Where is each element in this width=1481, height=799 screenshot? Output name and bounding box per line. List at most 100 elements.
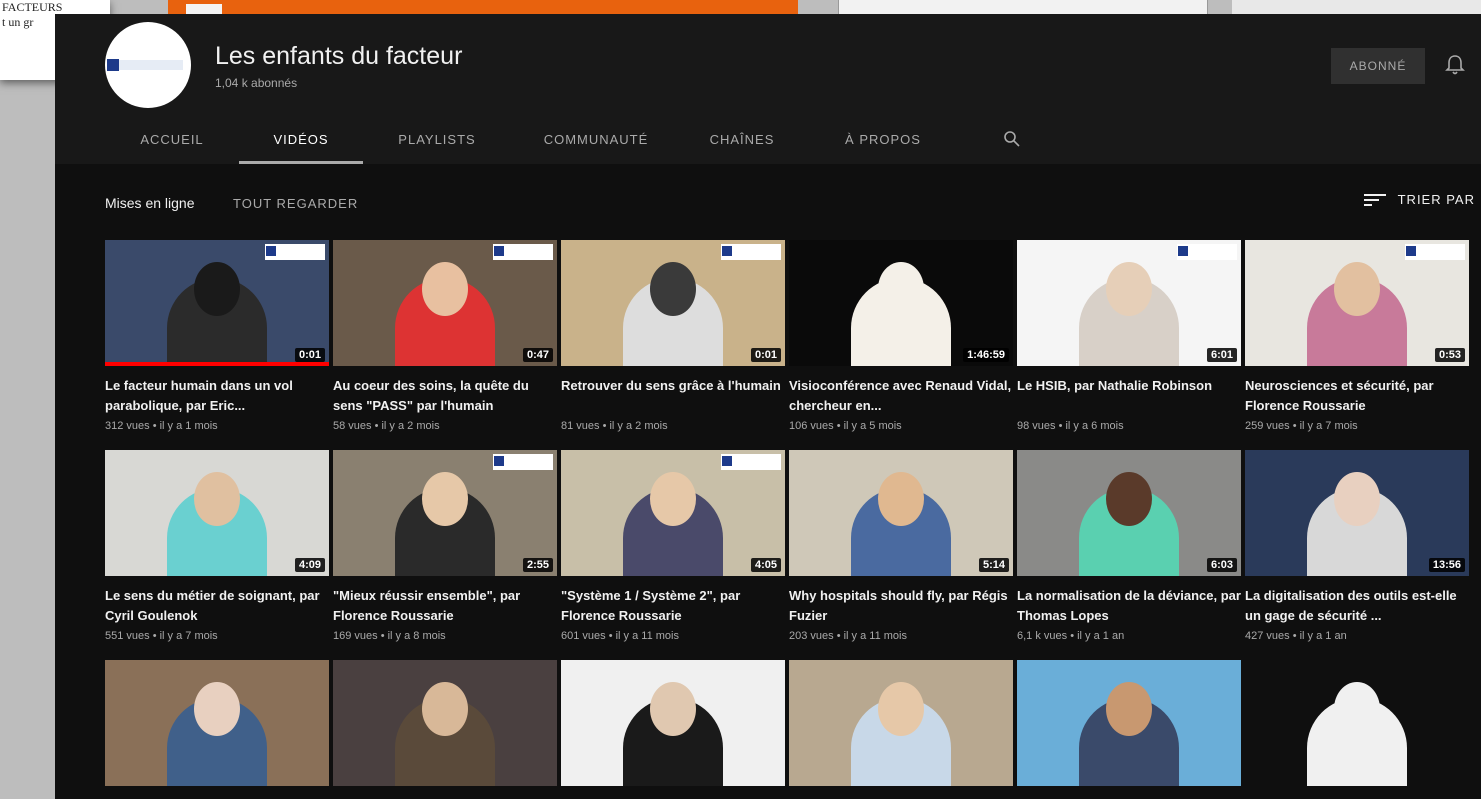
subscriber-count: 1,04 k abonnés	[215, 76, 298, 90]
video-card[interactable]: 13:56 La digitalisation des outils est-el…	[1245, 450, 1469, 642]
video-meta: 98 vues • il y a 6 mois	[1017, 420, 1124, 432]
channel-logo-badge	[493, 454, 553, 470]
video-thumbnail[interactable]: 0:01	[561, 240, 785, 366]
play-all-button[interactable]: TOUT REGARDER	[233, 196, 358, 211]
background-white-window	[838, 0, 1208, 14]
channel-logo-badge	[1405, 244, 1465, 260]
video-title[interactable]: Le sens du métier de soignant, par Cyril…	[105, 586, 329, 626]
channel-logo-badge	[1177, 244, 1237, 260]
channel-tabs: ACCUEIL VIDÉOS PLAYLISTS COMMUNAUTÉ CHAÎ…	[105, 114, 1023, 164]
video-thumbnail[interactable]: 0:47	[333, 240, 557, 366]
video-grid: 0:01 Le facteur humain dans un vol parabo…	[105, 240, 1475, 786]
sort-label: TRIER PAR	[1397, 192, 1475, 207]
video-thumbnail[interactable]: 4:05	[561, 450, 785, 576]
video-thumbnail[interactable]	[561, 660, 785, 786]
tab-chaines[interactable]: CHAÎNES	[681, 114, 803, 164]
video-card[interactable]: 0:01 Le facteur humain dans un vol parabo…	[105, 240, 329, 432]
video-title[interactable]: Le HSIB, par Nathalie Robinson	[1017, 376, 1241, 416]
video-card[interactable]: 6:01 Le HSIB, par Nathalie Robinson 98 vue…	[1017, 240, 1241, 432]
uploads-label: Mises en ligne	[105, 195, 195, 211]
video-thumbnail[interactable]: 0:53	[1245, 240, 1469, 366]
channel-avatar[interactable]	[105, 22, 191, 108]
video-card[interactable]: 0:01 Retrouver du sens grâce à l'humain 81…	[561, 240, 785, 432]
video-duration: 2:55	[522, 558, 553, 572]
video-duration: 5:14	[978, 558, 1009, 572]
video-thumbnail[interactable]	[789, 660, 1013, 786]
uploads-toolbar: Mises en ligne TOUT REGARDER TRIER PAR	[105, 192, 1475, 216]
background-grey-window	[1232, 0, 1481, 14]
channel-logo-badge	[721, 244, 781, 260]
video-duration: 6:01	[1206, 348, 1237, 362]
video-duration: 0:01	[750, 348, 781, 362]
video-thumbnail[interactable]: 1:46:59	[789, 240, 1013, 366]
video-thumbnail[interactable]: 5:14	[789, 450, 1013, 576]
video-card[interactable]: 5:14 Why hospitals should fly, par Régis …	[789, 450, 1013, 642]
video-duration: 0:53	[1434, 348, 1465, 362]
video-thumbnail[interactable]: 4:09	[105, 450, 329, 576]
video-title[interactable]: Retrouver du sens grâce à l'humain	[561, 376, 785, 416]
video-meta: 169 vues • il y a 8 mois	[333, 630, 446, 642]
video-title[interactable]: Au coeur des soins, la quête du sens "PA…	[333, 376, 557, 416]
video-duration: 0:47	[522, 348, 553, 362]
video-duration: 4:05	[750, 558, 781, 572]
video-duration: 1:46:59	[963, 348, 1009, 362]
video-card[interactable]	[333, 660, 557, 786]
tab-a-propos[interactable]: À PROPOS	[803, 114, 963, 164]
video-meta: 551 vues • il y a 7 mois	[105, 630, 218, 642]
video-card[interactable]: 4:09 Le sens du métier de soignant, par C…	[105, 450, 329, 642]
video-thumbnail[interactable]	[1017, 660, 1241, 786]
channel-name: Les enfants du facteur	[215, 42, 463, 70]
video-title[interactable]: Visioconférence avec Renaud Vidal, cherc…	[789, 376, 1013, 416]
watch-progress-bar	[105, 362, 329, 366]
video-thumbnail[interactable]	[333, 660, 557, 786]
video-thumbnail[interactable]	[105, 660, 329, 786]
video-title[interactable]: "Système 1 / Système 2", par Florence Ro…	[561, 586, 785, 626]
video-card[interactable]	[1245, 660, 1469, 786]
video-thumbnail[interactable]: 6:03	[1017, 450, 1241, 576]
channel-logo-badge	[493, 244, 553, 260]
video-meta: 427 vues • il y a 1 an	[1245, 630, 1347, 642]
search-icon[interactable]	[1003, 114, 1023, 164]
video-card[interactable]: 1:46:59 Visioconférence avec Renaud Vidal…	[789, 240, 1013, 432]
video-title[interactable]: Neurosciences et sécurité, par Florence …	[1245, 376, 1469, 416]
channel-logo-badge	[721, 454, 781, 470]
sort-icon	[1363, 193, 1386, 206]
video-meta: 6,1 k vues • il y a 1 an	[1017, 630, 1125, 642]
subscribe-button[interactable]: ABONNÉ	[1331, 48, 1425, 84]
tab-accueil[interactable]: ACCUEIL	[105, 114, 239, 164]
video-meta: 106 vues • il y a 5 mois	[789, 420, 902, 432]
video-duration: 6:03	[1206, 558, 1237, 572]
video-title[interactable]: La normalisation de la déviance, par Tho…	[1017, 586, 1241, 626]
video-card[interactable]	[1017, 660, 1241, 786]
video-meta: 601 vues • il y a 11 mois	[561, 630, 679, 642]
video-card[interactable]	[561, 660, 785, 786]
video-card[interactable]: 0:53 Neurosciences et sécurité, par Flore…	[1245, 240, 1469, 432]
bell-icon[interactable]	[1445, 54, 1465, 76]
video-title[interactable]: Le facteur humain dans un vol paraboliqu…	[105, 376, 329, 416]
video-thumbnail[interactable]: 2:55	[333, 450, 557, 576]
channel-logo-badge	[265, 244, 325, 260]
video-card[interactable]	[105, 660, 329, 786]
video-title[interactable]: La digitalisation des outils est-elle un…	[1245, 586, 1469, 626]
video-card[interactable]	[789, 660, 1013, 786]
video-card[interactable]: 6:03 La normalisation de la déviance, par…	[1017, 450, 1241, 642]
video-meta: 203 vues • il y a 11 mois	[789, 630, 907, 642]
video-thumbnail[interactable]	[1245, 660, 1469, 786]
video-meta: 58 vues • il y a 2 mois	[333, 420, 440, 432]
video-duration: 4:09	[294, 558, 325, 572]
video-card[interactable]: 4:05 "Système 1 / Système 2", par Florenc…	[561, 450, 785, 642]
video-duration: 13:56	[1428, 558, 1465, 572]
video-thumbnail[interactable]: 6:01	[1017, 240, 1241, 366]
video-card[interactable]: 0:47 Au coeur des soins, la quête du sens…	[333, 240, 557, 432]
video-title[interactable]: "Mieux réussir ensemble", par Florence R…	[333, 586, 557, 626]
video-thumbnail[interactable]: 0:01	[105, 240, 329, 366]
video-card[interactable]: 2:55 "Mieux réussir ensemble", par Floren…	[333, 450, 557, 642]
video-thumbnail[interactable]: 13:56	[1245, 450, 1469, 576]
video-duration: 0:01	[294, 348, 325, 362]
tab-communaute[interactable]: COMMUNAUTÉ	[511, 114, 681, 164]
tab-playlists[interactable]: PLAYLISTS	[363, 114, 511, 164]
tab-videos[interactable]: VIDÉOS	[239, 114, 363, 164]
sort-button[interactable]: TRIER PAR	[1363, 192, 1475, 207]
video-title[interactable]: Why hospitals should fly, par Régis Fuzi…	[789, 586, 1013, 626]
background-orange-window	[168, 0, 798, 14]
